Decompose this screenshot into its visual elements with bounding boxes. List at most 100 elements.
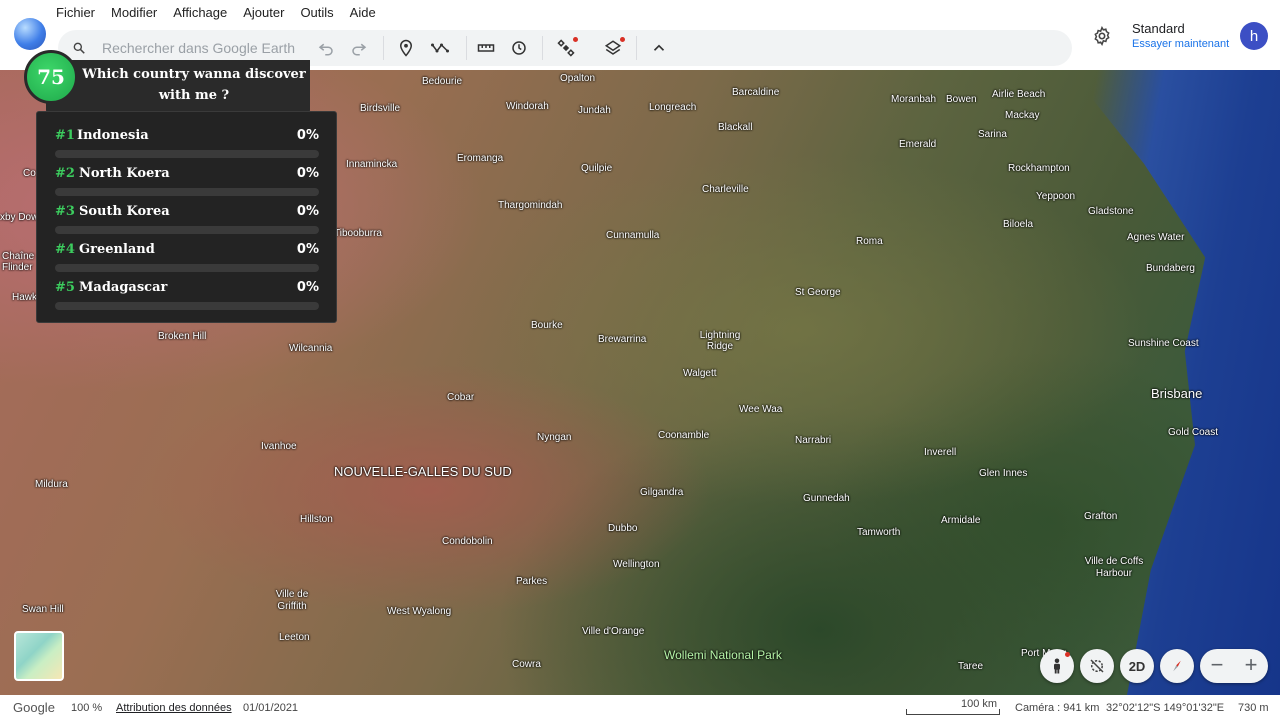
- rank-progress-bar: [55, 150, 319, 158]
- rank-country: South Korea: [79, 204, 170, 219]
- map-label: Hillston: [300, 514, 333, 525]
- history-icon[interactable]: [509, 38, 529, 58]
- map-label: Bundaberg: [1146, 263, 1195, 274]
- map-label: Lightning Ridge: [699, 330, 741, 352]
- map-label: Eromanga: [457, 153, 504, 164]
- map-label: Quilpie: [581, 163, 613, 174]
- region-label: NOUVELLE-GALLES DU SUD: [334, 464, 512, 479]
- zoom-level: 100 %: [71, 702, 103, 714]
- map-label: Opalton: [560, 73, 596, 84]
- menu-view[interactable]: Affichage: [173, 5, 235, 20]
- menu-edit[interactable]: Modifier: [111, 5, 165, 20]
- menu-tools[interactable]: Outils: [300, 5, 341, 20]
- rank-country: North Koera: [79, 166, 170, 181]
- search-input[interactable]: [102, 37, 302, 59]
- ranking-row: #5 Madagascar 0%: [55, 280, 319, 310]
- map-label: Wee Waa: [739, 404, 783, 415]
- map-label: Parkes: [516, 576, 548, 587]
- map-label: Roma: [856, 236, 883, 247]
- map-label: Gladstone: [1088, 206, 1134, 217]
- scale-bar: [906, 709, 1000, 715]
- rank-progress-bar: [55, 226, 319, 234]
- try-now-link[interactable]: Essayer maintenant: [1132, 38, 1229, 50]
- undo-icon[interactable]: [316, 38, 336, 58]
- rank-percent: 0%: [296, 280, 319, 295]
- avatar[interactable]: h: [1240, 22, 1268, 50]
- notification-dot: [1065, 652, 1070, 657]
- chevron-up-icon[interactable]: [649, 38, 669, 58]
- map-label: Leeton: [279, 632, 310, 643]
- coordinates: 32°02'12"S 149°01'32"E: [1106, 702, 1225, 714]
- map-label: Tibooburra: [334, 228, 382, 239]
- toolbar-divider: [542, 36, 543, 60]
- google-earth-logo[interactable]: [14, 18, 46, 50]
- ocean-area: [1069, 70, 1280, 695]
- rank-percent: 0%: [296, 128, 319, 143]
- ranking-row: #4 Greenland 0%: [55, 242, 319, 272]
- tilt-toggle-button[interactable]: [1080, 649, 1114, 683]
- map-label: Airlie Beach: [992, 89, 1046, 100]
- gear-icon[interactable]: [1092, 26, 1112, 46]
- zoom-out-button[interactable]: −: [1200, 649, 1234, 683]
- placemark-icon[interactable]: [396, 38, 416, 58]
- map-label: Barcaldine: [732, 87, 780, 98]
- rank-percent: 0%: [296, 242, 319, 257]
- map-label: Chaîne Flinder: [2, 251, 35, 273]
- park-label: Wollemi National Park: [664, 648, 782, 662]
- map-label: Co: [23, 168, 36, 179]
- menu-help[interactable]: Aide: [350, 5, 384, 20]
- map-label: Agnes Water: [1127, 232, 1185, 243]
- map-label: Gunnedah: [803, 493, 850, 504]
- map-label: Yeppoon: [1036, 191, 1076, 202]
- map-label: Ville de Griffith: [275, 589, 309, 612]
- map-label: Inverell: [924, 447, 957, 458]
- ranking-row: #1 Indonesia 0%: [55, 128, 319, 158]
- map-label: Rockhampton: [1008, 163, 1070, 174]
- compass-button[interactable]: [1160, 649, 1194, 683]
- menu-add[interactable]: Ajouter: [243, 5, 292, 20]
- notification-dot: [573, 37, 578, 42]
- google-logo: Google: [13, 700, 55, 715]
- map-label: Coonamble: [658, 430, 710, 441]
- map-label: Walgett: [683, 368, 717, 379]
- map-label: Condobolin: [442, 536, 493, 547]
- map-label: Longreach: [649, 102, 697, 113]
- map-label: Ivanhoe: [261, 441, 297, 452]
- pegman-icon: [1054, 658, 1060, 674]
- zoom-controls: − +: [1200, 649, 1268, 683]
- map-label: Emerald: [899, 139, 937, 150]
- redo-icon[interactable]: [349, 38, 369, 58]
- map-label: West Wyalong: [387, 606, 452, 617]
- rank-progress-bar: [55, 302, 319, 310]
- ranking-row: #3 South Korea 0%: [55, 204, 319, 234]
- menu-file[interactable]: Fichier: [56, 5, 103, 20]
- compass-icon: [1173, 660, 1181, 672]
- notification-dot: [620, 37, 625, 42]
- search-icon[interactable]: [72, 41, 86, 55]
- map-label: Bowen: [946, 94, 977, 105]
- toggle-2d-button[interactable]: 2D: [1120, 649, 1154, 683]
- map-label: Hawk: [12, 292, 38, 303]
- rank-number: #3: [55, 204, 75, 219]
- status-bar: Google 100 % Attribution des données 01/…: [0, 695, 1280, 720]
- ranking-panel: #1 Indonesia 0% #2 North Koera 0% #3 Sou…: [36, 111, 337, 323]
- data-attribution-link[interactable]: Attribution des données: [116, 702, 232, 714]
- map-label: Ville d'Orange: [582, 626, 645, 637]
- rank-number: #5: [55, 280, 75, 295]
- map-label: Mildura: [35, 479, 68, 490]
- map-label: Gold Coast: [1168, 427, 1219, 438]
- zoom-in-button[interactable]: +: [1234, 649, 1268, 683]
- ruler-icon[interactable]: [476, 38, 496, 58]
- map-label: Blackall: [718, 122, 753, 133]
- ground-elevation: 730 m: [1238, 702, 1269, 714]
- rank-percent: 0%: [296, 204, 319, 219]
- map-label: Wilcannia: [289, 343, 333, 354]
- map-style-thumbnail[interactable]: [14, 631, 64, 681]
- path-icon[interactable]: [428, 38, 452, 58]
- rank-country: Indonesia: [77, 128, 149, 143]
- map-label: Glen Innes: [979, 468, 1028, 479]
- map-label: Cunnamulla: [606, 230, 660, 241]
- map-label: Mackay: [1005, 110, 1040, 121]
- quiz-title: Which country wanna discover with me ?: [82, 67, 306, 103]
- no-tilt-icon: [1090, 659, 1104, 673]
